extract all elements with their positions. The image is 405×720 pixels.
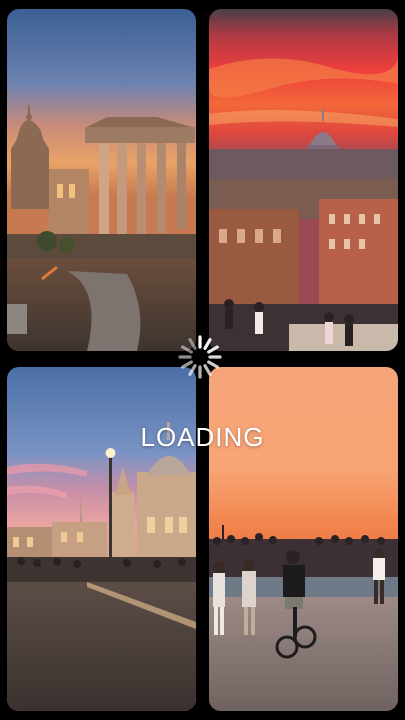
roman-forum-image — [7, 9, 196, 351]
spinner-icon — [175, 332, 225, 382]
rome-rooftops-image — [209, 9, 398, 351]
piazza-navona-image — [7, 367, 196, 711]
photo-tile-spanish-steps[interactable] — [209, 367, 398, 711]
photo-tile-roman-forum[interactable] — [7, 9, 196, 351]
loading-label: LOADING — [140, 422, 265, 452]
spanish-steps-image — [209, 367, 398, 711]
photo-tile-piazza-navona[interactable] — [7, 367, 196, 711]
photo-tile-rome-rooftops[interactable] — [209, 9, 398, 351]
